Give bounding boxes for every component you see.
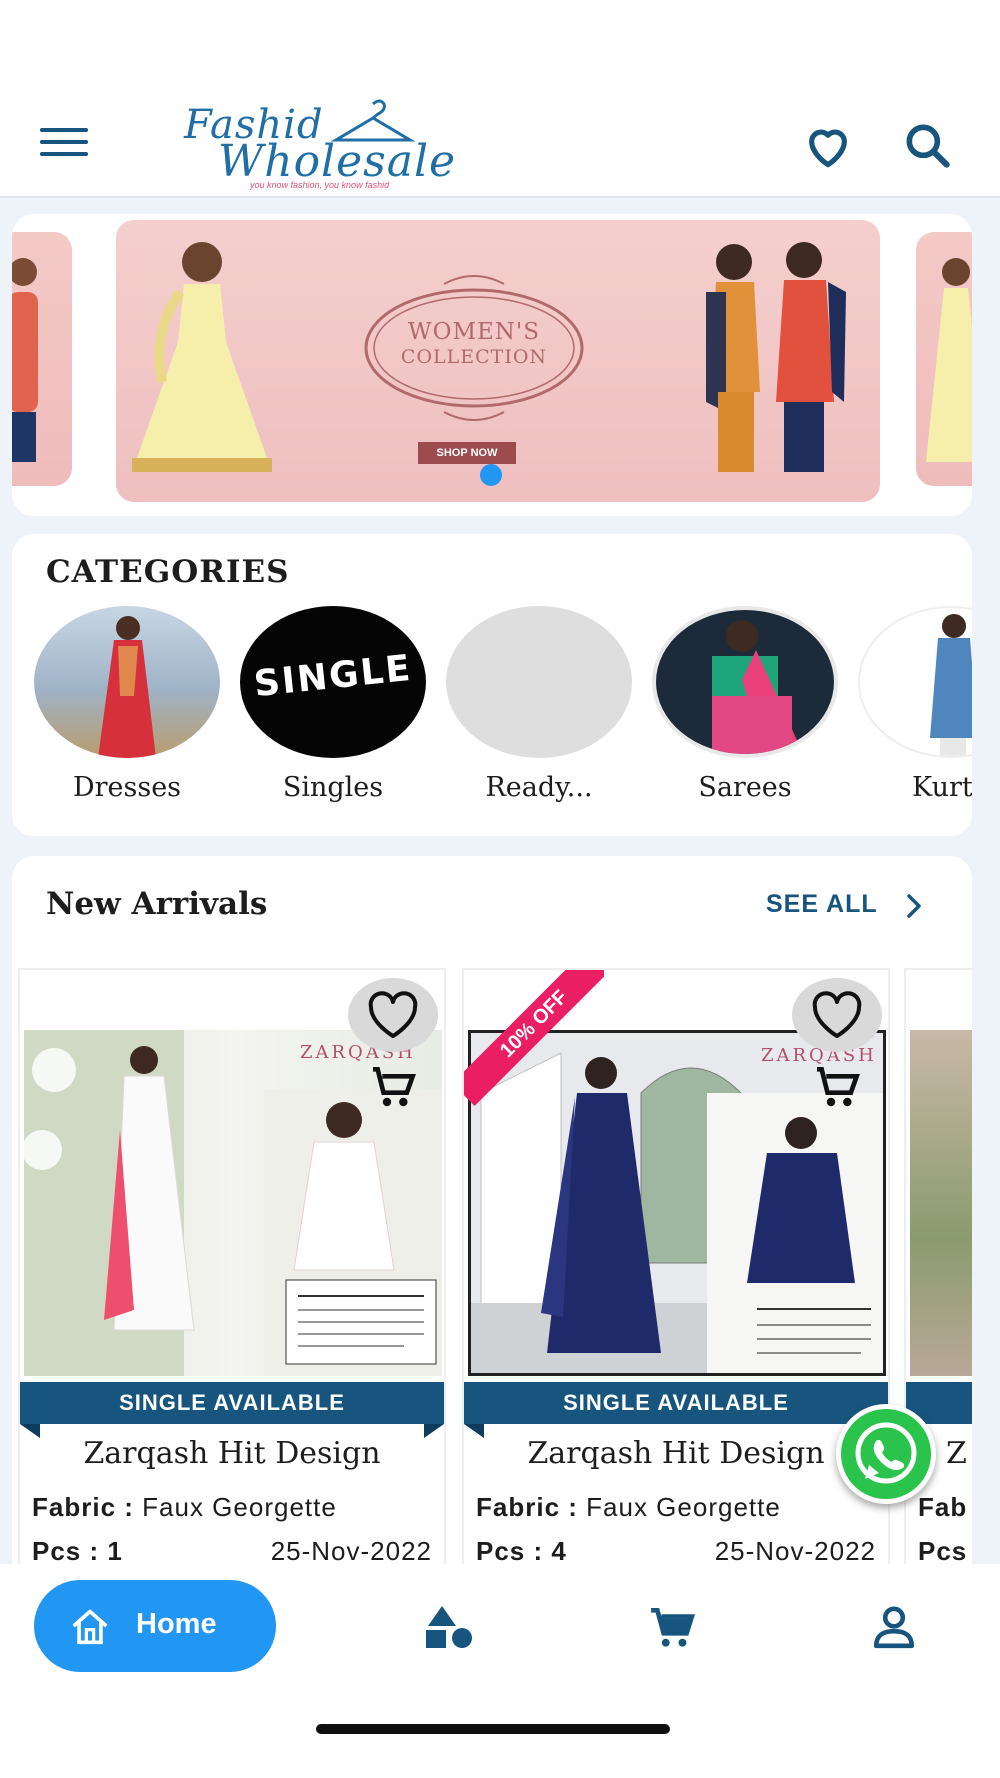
- category-image: [652, 606, 838, 758]
- section-title: New Arrivals: [46, 886, 268, 922]
- new-arrivals-section: New Arrivals SEE ALL ZARQASH SINGLE AVAI…: [12, 856, 972, 1576]
- add-to-cart-icon[interactable]: [808, 1060, 868, 1116]
- wishlist-icon[interactable]: [800, 118, 856, 174]
- cart-icon[interactable]: [646, 1604, 698, 1650]
- category-image: [858, 606, 972, 758]
- brand-logo[interactable]: Fashid Wholesale you know fashion, you k…: [178, 96, 455, 192]
- home-icon: [72, 1609, 108, 1645]
- shop-now-button[interactable]: SHOP NOW: [418, 442, 516, 464]
- product-fabric: Fabric : Faux Georgette: [32, 1492, 337, 1522]
- category-label: Ready...: [485, 772, 593, 803]
- favorite-button[interactable]: [348, 978, 438, 1052]
- category-image: SINGLE: [240, 606, 426, 758]
- bottom-navigation: Home: [0, 1564, 1000, 1778]
- favorite-button[interactable]: [792, 978, 882, 1052]
- add-to-cart-icon[interactable]: [364, 1060, 424, 1116]
- categories-icon[interactable]: [424, 1604, 476, 1650]
- product-card[interactable]: ZARQASH 10% OFF SINGLE AVAILABLE Zarqash…: [462, 968, 890, 1576]
- single-graphic-text: SINGLE: [252, 647, 414, 706]
- banner-slide[interactable]: WOMEN'S COLLECTION SHOP NOW: [116, 220, 880, 502]
- next-slide[interactable]: [916, 232, 972, 486]
- product-name: Zarqash Hit Design: [527, 1436, 825, 1471]
- home-indicator-bar: [316, 1724, 670, 1734]
- heart-icon: [368, 991, 418, 1038]
- category-dresses[interactable]: Dresses: [32, 606, 222, 803]
- heart-icon: [812, 991, 862, 1038]
- whatsapp-icon: [855, 1422, 917, 1484]
- category-kurti[interactable]: Kurt: [856, 606, 972, 803]
- model-image: [12, 258, 38, 462]
- product-date: 25-Nov-2022: [270, 1536, 432, 1566]
- whatsapp-chat-button[interactable]: [836, 1404, 936, 1504]
- discount-label: 10% OFF: [464, 970, 604, 1107]
- previous-slide[interactable]: [12, 232, 72, 486]
- category-singles[interactable]: SINGLE Singles: [238, 606, 428, 803]
- nav-home-button[interactable]: Home: [34, 1580, 276, 1672]
- carousel-indicator-dot[interactable]: [480, 464, 502, 486]
- section-title: CATEGORIES: [46, 554, 290, 590]
- logo-tagline: you know fashion, you know fashid: [250, 180, 390, 190]
- category-label: Singles: [282, 772, 384, 803]
- single-available-banner: SINGLE AVAILABLE: [20, 1382, 444, 1424]
- model-image: [926, 258, 972, 462]
- category-image: [34, 606, 220, 758]
- product-image[interactable]: [910, 1030, 972, 1376]
- model-yellow-gown-image: [132, 242, 272, 472]
- nav-home-label: Home: [136, 1608, 217, 1640]
- search-icon[interactable]: [900, 118, 956, 174]
- category-label: Dresses: [72, 772, 182, 803]
- product-date: 25-Nov-2022: [714, 1536, 876, 1566]
- product-name: Zarqash Hit Design: [83, 1436, 381, 1471]
- chevron-right-icon[interactable]: [902, 892, 926, 920]
- product-pieces: Pcs : 1: [32, 1536, 123, 1566]
- category-label: Sarees: [698, 772, 792, 803]
- product-fabric: Fabric : Faux Georgette: [476, 1492, 781, 1522]
- menu-icon[interactable]: [40, 128, 88, 158]
- product-pieces: Pcs: [918, 1536, 968, 1566]
- product-name: Z: [946, 1436, 967, 1471]
- category-sarees[interactable]: Sarees: [650, 606, 840, 803]
- profile-icon[interactable]: [868, 1604, 920, 1650]
- see-all-link[interactable]: SEE ALL: [766, 890, 878, 919]
- category-ready[interactable]: Ready...: [444, 606, 634, 803]
- product-pieces: Pcs : 4: [476, 1536, 567, 1566]
- model-pair-image: [706, 242, 846, 472]
- discount-ribbon: 10% OFF: [464, 970, 604, 1110]
- banner-title: WOMEN'S COLLECTION: [400, 319, 548, 369]
- categories-section: CATEGORIES Dresses SINGLE Singles Ready.…: [12, 534, 972, 836]
- category-label: Kurt: [912, 772, 972, 803]
- category-image-placeholder: [446, 606, 632, 758]
- app-header: Fashid Wholesale you know fashion, you k…: [0, 0, 1000, 198]
- single-available-banner: SINGLE AVAILABLE: [464, 1382, 888, 1424]
- hanger-icon: [330, 99, 416, 142]
- product-card[interactable]: ZARQASH SINGLE AVAILABLE Zarqash Hit Des…: [18, 968, 446, 1576]
